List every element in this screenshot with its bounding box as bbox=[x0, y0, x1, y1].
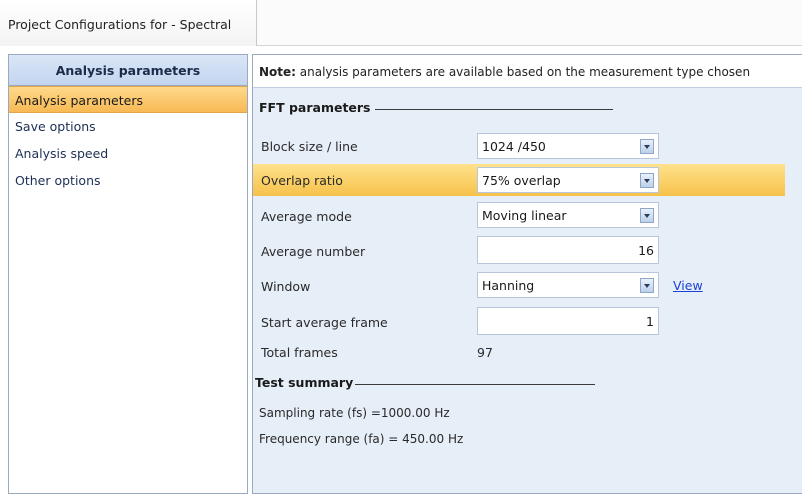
left-nav-panel: Analysis parameters Analysis parameters … bbox=[8, 54, 248, 494]
window-label: Window bbox=[261, 279, 311, 294]
chevron-down-icon[interactable] bbox=[640, 208, 654, 223]
window-title-tab[interactable]: Project Configurations for - Spectral bbox=[0, 0, 257, 46]
note-bold: Note: bbox=[259, 65, 296, 79]
average-number-input[interactable]: 16 bbox=[477, 236, 659, 264]
average-mode-label: Average mode bbox=[261, 209, 352, 224]
chevron-down-icon[interactable] bbox=[640, 139, 654, 154]
nav-item-label: Save options bbox=[15, 119, 96, 134]
nav-item-label: Other options bbox=[15, 173, 101, 188]
overlap-value: 75% overlap bbox=[482, 173, 561, 188]
nav-item-save-options[interactable]: Save options bbox=[9, 113, 247, 140]
nav-item-label: Analysis parameters bbox=[15, 93, 143, 108]
window-titlebar: Project Configurations for - Spectral bbox=[0, 0, 802, 46]
sampling-rate-text: Sampling rate (fs) =1000.00 Hz bbox=[259, 406, 450, 420]
test-summary-divider bbox=[355, 384, 595, 385]
window-title: Project Configurations for - Spectral bbox=[8, 17, 232, 32]
fft-section-divider bbox=[375, 109, 613, 110]
test-summary-title: Test summary bbox=[255, 375, 354, 390]
frequency-range-text: Frequency range (fa) = 450.00 Hz bbox=[259, 432, 464, 446]
average-mode-select[interactable]: Moving linear bbox=[477, 202, 659, 228]
note-bar: Note: analysis parameters are available … bbox=[253, 54, 802, 88]
left-panel-header: Analysis parameters bbox=[9, 54, 247, 86]
total-frames-value: 97 bbox=[477, 345, 493, 360]
average-number-label: Average number bbox=[261, 244, 366, 259]
block-size-select[interactable]: 1024 /450 bbox=[477, 133, 659, 159]
total-frames-label: Total frames bbox=[261, 345, 338, 360]
nav-item-other-options[interactable]: Other options bbox=[9, 167, 247, 194]
overlap-select[interactable]: 75% overlap bbox=[477, 167, 659, 193]
start-frame-input[interactable]: 1 bbox=[477, 307, 659, 335]
note-text: analysis parameters are available based … bbox=[295, 65, 751, 79]
view-window-link[interactable]: View bbox=[673, 278, 703, 293]
overlap-label: Overlap ratio bbox=[261, 173, 343, 188]
chevron-down-icon[interactable] bbox=[640, 278, 654, 293]
chevron-down-icon[interactable] bbox=[640, 173, 654, 188]
window-value: Hanning bbox=[482, 278, 535, 293]
nav-item-analysis-speed[interactable]: Analysis speed bbox=[9, 140, 247, 167]
fft-section-title: FFT parameters bbox=[259, 100, 371, 115]
nav-item-analysis-parameters[interactable]: Analysis parameters bbox=[9, 86, 247, 113]
parameters-panel: Note: analysis parameters are available … bbox=[252, 54, 802, 494]
average-mode-value: Moving linear bbox=[482, 208, 567, 223]
start-frame-label: Start average frame bbox=[261, 315, 388, 330]
nav-item-label: Analysis speed bbox=[15, 146, 109, 161]
block-size-value: 1024 /450 bbox=[482, 139, 546, 154]
window-select[interactable]: Hanning bbox=[477, 272, 659, 298]
block-size-label: Block size / line bbox=[261, 139, 358, 154]
